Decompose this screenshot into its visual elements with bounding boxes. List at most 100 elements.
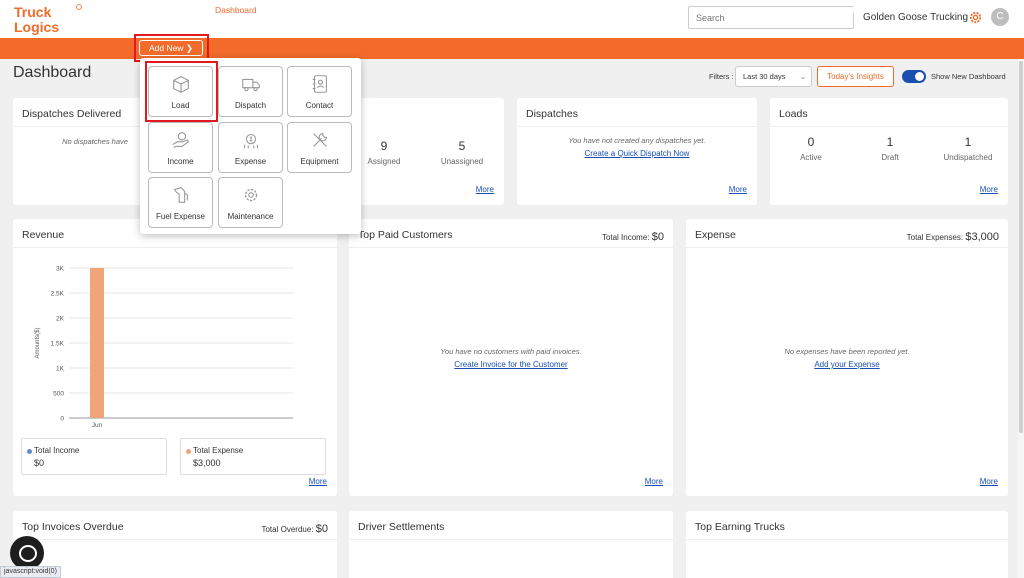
- more-link[interactable]: More: [729, 185, 747, 194]
- dispatches-card: Dispatches You have not created any disp…: [517, 98, 757, 205]
- search-input[interactable]: [688, 6, 854, 29]
- new-dashboard-toggle[interactable]: [902, 70, 926, 83]
- create-dispatch-link[interactable]: Create a Quick Dispatch Now: [517, 149, 757, 158]
- stat-value: 0: [807, 135, 815, 149]
- card-title: Loads: [779, 108, 808, 120]
- chat-bubble-icon[interactable]: [10, 536, 44, 570]
- nav-address-book[interactable]: Address Book: [491, 0, 544, 21]
- svg-text:Truck: Truck: [14, 4, 52, 20]
- total-expenses-summary: Total Expenses: $3,000: [907, 231, 999, 243]
- add-maintenance-item[interactable]: Maintenance: [218, 177, 283, 228]
- nav-loads[interactable]: Loads: [274, 0, 297, 21]
- legend-dot: [27, 449, 32, 454]
- nav-truck-zone-label: Truck Zone: [623, 5, 666, 15]
- stat-value: 5: [458, 139, 466, 153]
- nav-accounts[interactable]: Accounts ⌄: [373, 0, 417, 21]
- card-title: Driver Settlements: [358, 521, 445, 533]
- total-label: Total Overdue:: [261, 525, 314, 534]
- add-expense-item[interactable]: Expense: [218, 122, 283, 173]
- todays-insights-button[interactable]: Today's Insights: [817, 66, 894, 87]
- nav-driver-log[interactable]: Driver Log: [775, 0, 814, 21]
- card-divider: [686, 247, 1008, 248]
- page-scrollbar[interactable]: [1018, 59, 1024, 578]
- add-income-item[interactable]: Income: [148, 122, 213, 173]
- legend-dot: [186, 449, 191, 454]
- wrench-icon: [313, 133, 327, 147]
- bar: [90, 268, 104, 418]
- nav-ifta[interactable]: IFTA: [692, 0, 710, 21]
- truck-icon: [242, 78, 260, 92]
- empty-message: You have not created any dispatches yet.: [568, 136, 706, 145]
- menu-item-label: Dispatch: [234, 101, 267, 110]
- loads-card: Loads 0 Active 1 Draft 1 Undispatched Mo…: [770, 98, 1008, 205]
- y-tick-label: 500: [53, 391, 64, 398]
- nav-email-log[interactable]: Email Log: [437, 0, 475, 21]
- card-title: Top Earning Trucks: [695, 521, 785, 533]
- settings-gear-icon[interactable]: [968, 10, 983, 25]
- y-tick-label: 0: [60, 416, 64, 423]
- date-filter-value: Last 30 days: [743, 72, 786, 81]
- truck-logics-logo[interactable]: Truck Logics: [12, 3, 84, 35]
- card-divider: [13, 247, 337, 248]
- total-value: $3,000: [965, 231, 999, 243]
- y-tick-label: 3K: [56, 266, 65, 273]
- total-value: $0: [315, 523, 328, 535]
- nav-dispatches[interactable]: Dispatches: [314, 0, 356, 21]
- avatar[interactable]: C: [991, 8, 1009, 26]
- stat-draft: 1 Draft: [855, 135, 925, 162]
- add-dispatch-item[interactable]: Dispatch: [218, 66, 283, 117]
- more-link[interactable]: More: [476, 185, 494, 194]
- top-paid-customers-card: Top Paid Customers Total Income: $0 You …: [349, 219, 673, 496]
- y-tick-label: 1.5K: [51, 341, 65, 348]
- browser-status-bar: javascript:void(0): [0, 566, 61, 578]
- nav-reports[interactable]: Reports: [727, 0, 757, 21]
- stat-label: Active: [800, 153, 822, 162]
- more-link[interactable]: More: [980, 477, 998, 486]
- menu-item-label: Equipment: [300, 157, 339, 166]
- nav-documents[interactable]: Documents: [561, 0, 604, 21]
- stat-label: Draft: [881, 153, 899, 162]
- empty-message: No expenses have been reported yet.: [784, 347, 910, 356]
- add-expense-link[interactable]: Add your Expense: [686, 360, 1008, 369]
- card-title: Dispatches: [526, 108, 578, 120]
- create-invoice-link[interactable]: Create Invoice for the Customer: [349, 360, 673, 369]
- nav-truck-zone[interactable]: Truck Zone ⌄: [623, 0, 675, 21]
- add-new-button[interactable]: Add New ❯: [139, 40, 203, 56]
- card-title: Revenue: [22, 229, 65, 241]
- card-divider: [770, 126, 1008, 127]
- date-filter-select[interactable]: Last 30 days ⌄: [735, 66, 812, 87]
- card-divider: [517, 126, 757, 127]
- stat-value: 1: [886, 135, 894, 149]
- stat-unassigned: 5 Unassigned: [427, 139, 497, 166]
- card-title: Expense: [695, 229, 736, 241]
- driver-status-card: 9 Assigned 5 Unassigned More: [349, 98, 504, 205]
- income-hand-icon: [172, 132, 190, 148]
- add-equipment-item[interactable]: Equipment: [287, 122, 352, 173]
- stat-active: 0 Active: [776, 135, 846, 162]
- chevron-down-icon: ❯: [185, 43, 193, 53]
- top-earning-trucks-card: Top Earning Trucks: [686, 511, 1008, 578]
- chevron-down-icon: ⌄: [799, 72, 806, 81]
- legend-total-expense: Total Expense $3,000: [180, 438, 326, 475]
- chevron-down-icon: ⌄: [410, 5, 418, 15]
- revenue-card: Revenue 0 500 1K 1.5K 2K 2.5K 3K Amounts($) Jun …: [13, 219, 337, 496]
- maintenance-gear-icon: [244, 188, 258, 202]
- nav-dashboard[interactable]: Dashboard: [209, 0, 263, 21]
- toggle-label: Show New Dashboard: [931, 72, 1006, 81]
- nav-load-board[interactable]: Load Board: [831, 0, 875, 21]
- load-item-highlight: [145, 61, 218, 122]
- card-title: Top Paid Customers: [358, 229, 453, 241]
- driver-settlements-card: Driver Settlements: [349, 511, 673, 578]
- add-fuel-expense-item[interactable]: Fuel Expense: [148, 177, 213, 228]
- more-link[interactable]: More: [645, 477, 663, 486]
- stat-label: Undispatched: [943, 153, 993, 162]
- more-link[interactable]: More: [980, 185, 998, 194]
- menu-item-label: Expense: [234, 157, 267, 166]
- legend-total-income: Total Income $0: [21, 438, 167, 475]
- more-link[interactable]: More: [309, 477, 327, 486]
- expense-money-icon: [244, 133, 258, 149]
- total-label: Total Income:: [601, 233, 650, 242]
- company-name[interactable]: Golden Goose Trucking: [863, 12, 968, 23]
- add-contact-item[interactable]: Contact: [287, 66, 352, 117]
- card-divider: [349, 247, 673, 248]
